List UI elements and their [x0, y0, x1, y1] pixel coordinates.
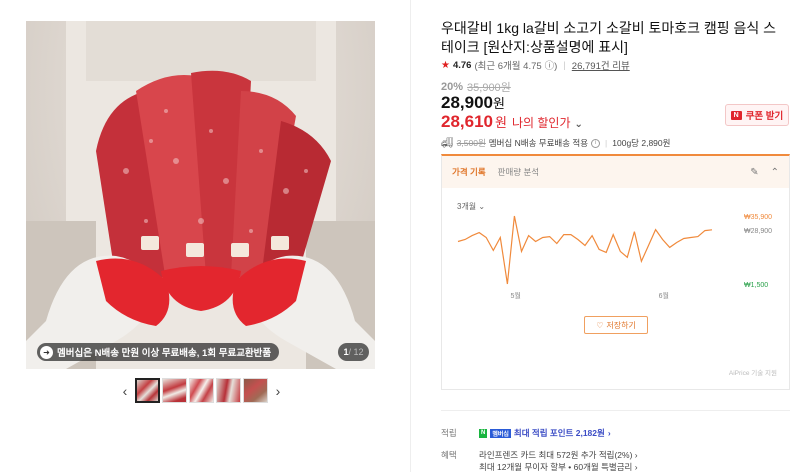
beef-ribs-photo — [26, 21, 375, 369]
aiprice-credit: AiPrice 기술 지원 — [728, 370, 777, 377]
save-button[interactable]: ♡ 저장하기 — [584, 316, 648, 334]
shipping-text: 멤버십 N배송 무료배송 적용 — [488, 138, 589, 148]
star-icon: ★ — [441, 59, 450, 71]
rating-recent: (최근 6개월 4.75 — [474, 61, 542, 72]
my-sale-price[interactable]: 28,610 원 나의 할인가 ⌄ — [441, 112, 583, 132]
truck-icon: 🚚︎ — [441, 137, 454, 149]
thumbnail-1[interactable] — [135, 378, 160, 403]
discount-percent: 20% — [441, 81, 464, 93]
price-value: 28,900 — [441, 93, 493, 112]
npay-badge: N — [479, 428, 488, 438]
separator: | — [605, 138, 608, 148]
point-link[interactable]: N 멤버십 최대 적립 포인트 2,182원 › — [479, 427, 611, 439]
sale-price-unit: 원 — [495, 115, 507, 130]
next-image-button[interactable]: › — [270, 379, 286, 403]
delivery-icon: ➜ — [40, 345, 53, 359]
y-label: ₩35,900 — [744, 214, 772, 221]
x-tick-label: 6월 — [659, 291, 669, 300]
x-tick-label: 5월 — [510, 291, 520, 300]
shipping-badge-text: 멤버십은 N배송 만원 이상 무료배송, 1회 무료교환반품 — [57, 348, 272, 359]
tab-sales-analysis[interactable]: 판매량 분석 — [498, 166, 539, 178]
shipping-badge: ➜ 멤버십은 N배송 만원 이상 무료배송, 1회 무료교환반품 — [37, 343, 280, 361]
save-label: 저장하기 — [606, 320, 636, 330]
point-label: 적립 — [441, 428, 457, 438]
thumbnail-strip: ‹ › — [117, 378, 286, 403]
section-divider — [441, 410, 790, 411]
tab-price-history[interactable]: 가격 기록 — [452, 166, 486, 178]
price: 28,900원 — [441, 93, 505, 113]
thumbnail-4[interactable] — [216, 378, 241, 403]
review-count-link[interactable]: 26,791건 리뷰 — [572, 58, 630, 72]
rating-row: ★ 4.76 (최근 6개월 4.75 ⓘ) | 26,791건 리뷰 — [441, 58, 630, 73]
chevron-down-icon: ⌄ — [574, 119, 583, 130]
membership-badge: 멤버십 — [490, 428, 511, 438]
y-label: ₩1,500 — [744, 282, 768, 289]
coupon-label: 쿠폰 받기 — [745, 111, 784, 122]
price-history-chart: ₩35,900 ₩28,900 ₩1,500 5월 6월 — [457, 214, 772, 300]
benefit-label: 혜택 — [441, 450, 457, 460]
benefit-line-1[interactable]: 라인프렌즈 카드 최대 572원 추가 적립(2%) — [479, 450, 632, 460]
info-icon[interactable]: i — [591, 138, 601, 148]
rating-score: 4.76 — [452, 59, 472, 71]
panel-tools: ✎ ⌃ — [750, 167, 779, 178]
coupon-icon: N — [730, 110, 742, 120]
image-counter: 1/ 12 — [338, 343, 369, 361]
price-history-header: 가격 기록 판매량 분석 ✎ ⌃ — [442, 156, 789, 188]
price-unit: 원 — [493, 96, 505, 111]
product-title: 우대갈비 1kg la갈비 소고기 소갈비 토마호크 캠핑 음식 스테이크 [원… — [441, 20, 777, 55]
thumbnail-5[interactable] — [243, 378, 268, 403]
shipping-row: 🚚︎ 3,500원 멤버십 N배송 무료배송 적용 i | 100g당 2,89… — [441, 137, 670, 149]
unit-price: 100g당 2,890원 — [612, 138, 671, 148]
price-line — [457, 215, 713, 285]
column-divider — [410, 0, 411, 472]
y-label: ₩28,900 — [744, 228, 772, 235]
image-counter-total: / 12 — [348, 347, 364, 357]
price-history-panel: 가격 기록 판매량 분석 ✎ ⌃ 3개월 ⌄ ₩35,900 ₩28,900 ₩1,… — [441, 154, 790, 390]
pencil-icon[interactable]: ✎ — [750, 167, 758, 178]
thumbnail-3[interactable] — [189, 378, 214, 403]
sale-price-value: 28,610 — [441, 112, 493, 131]
benefit-list: 라인프렌즈 카드 최대 572원 추가 적립(2%) › 최대 12개월 무이자… — [479, 450, 638, 472]
thumbnail-2[interactable] — [162, 378, 187, 403]
shipping-old-fee: 3,500원 — [456, 138, 486, 148]
sale-price-label: 나의 할인가 — [511, 116, 571, 130]
point-text: 최대 적립 포인트 2,182원 — [513, 428, 605, 438]
product-main-image[interactable] — [26, 21, 375, 369]
coupon-button[interactable]: N 쿠폰 받기 — [725, 104, 789, 126]
separator: | — [563, 59, 566, 71]
heart-icon: ♡ — [596, 320, 604, 330]
info-icon[interactable]: ⓘ) — [545, 58, 558, 72]
chevron-right-icon: › — [607, 428, 611, 438]
prev-image-button[interactable]: ‹ — [117, 379, 133, 403]
chevron-up-icon[interactable]: ⌃ — [771, 167, 779, 178]
product-page: ➜ 멤버십은 N배송 만원 이상 무료배송, 1회 무료교환반품 1/ 12 ‹… — [0, 0, 800, 472]
benefit-line-2[interactable]: 최대 12개월 무이자 할부 • 60개월 특별금리 — [479, 462, 632, 472]
